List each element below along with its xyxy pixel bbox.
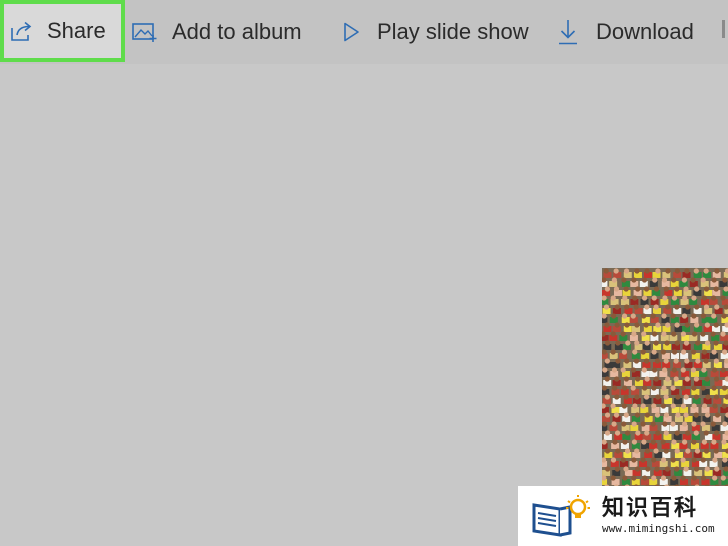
- watermark-title: 知识百科: [602, 496, 699, 521]
- command-bar: Share Add to album Play slide show Downl…: [0, 0, 728, 64]
- download-button[interactable]: Download: [556, 0, 694, 64]
- download-label: Download: [596, 19, 694, 44]
- add-to-album-icon: [130, 21, 160, 43]
- add-to-album-label: Add to album: [172, 19, 302, 44]
- add-to-album-button[interactable]: Add to album: [130, 0, 302, 64]
- watermark-url: www.mimingshi.com: [602, 522, 715, 535]
- share-button[interactable]: Share: [0, 0, 125, 62]
- watermark-logo: 知识百科 www.mimingshi.com: [518, 486, 728, 546]
- play-icon: [340, 21, 362, 43]
- watermark-text: 知识百科 www.mimingshi.com: [602, 496, 715, 536]
- share-icon: [8, 20, 36, 42]
- more-options-icon[interactable]: [722, 20, 725, 38]
- photo-preview: [602, 268, 728, 488]
- play-slide-show-label: Play slide show: [377, 19, 529, 44]
- download-icon: [556, 19, 580, 45]
- play-slide-show-button[interactable]: Play slide show: [340, 0, 529, 64]
- book-lightbulb-icon: [532, 495, 590, 537]
- crowd-photo-image: [602, 268, 728, 488]
- share-label: Share: [47, 18, 106, 43]
